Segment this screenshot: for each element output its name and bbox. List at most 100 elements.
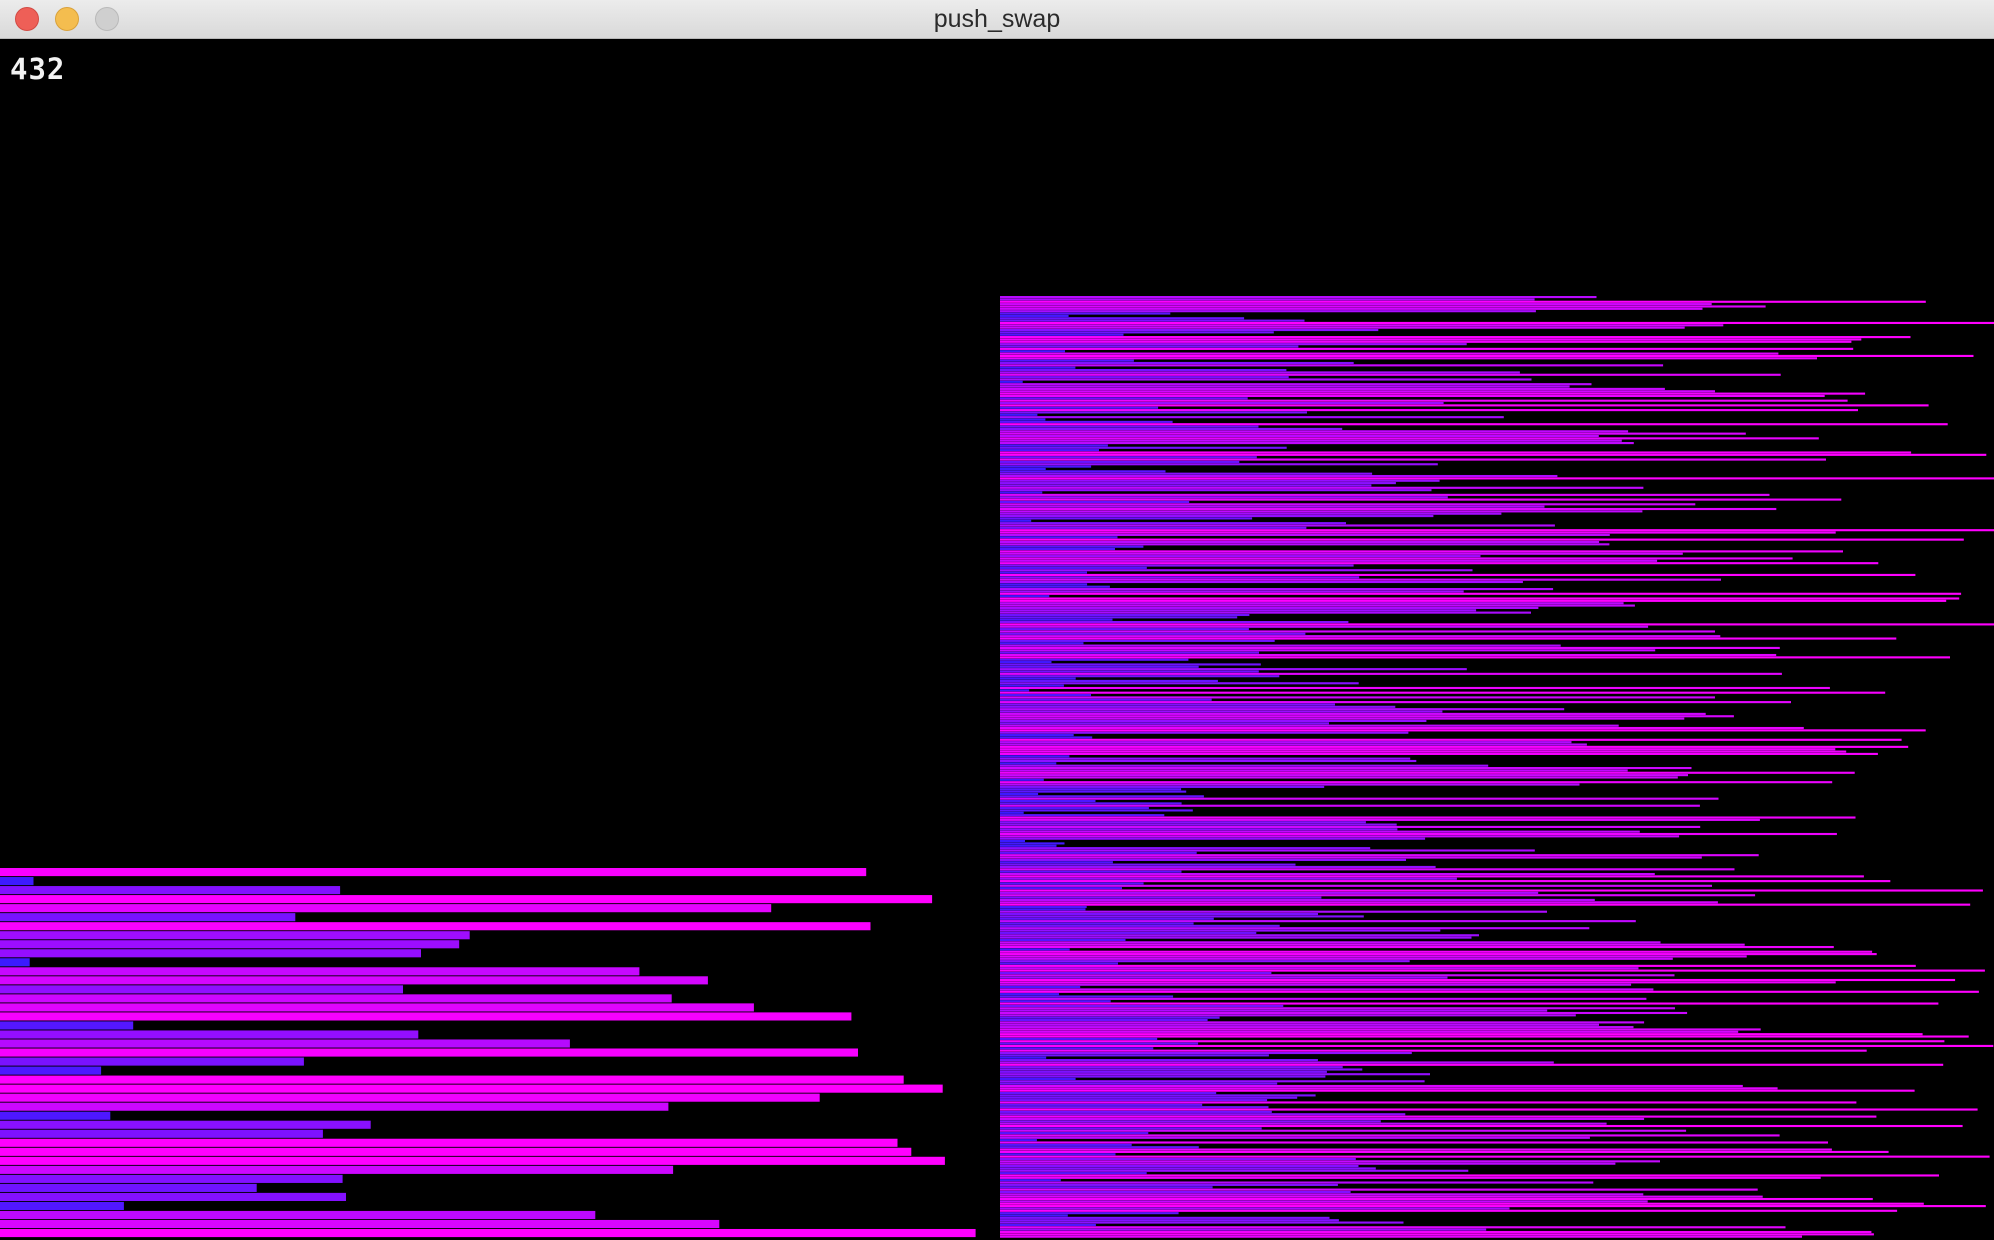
stack-bar	[1000, 616, 1238, 619]
stack-bar	[1000, 880, 1891, 883]
stack-bar	[0, 1021, 134, 1030]
stack-bar	[1000, 1108, 1978, 1111]
stack-bar	[1000, 378, 1532, 381]
stack-bar	[1000, 905, 1087, 909]
stack-bar	[1000, 835, 1680, 838]
stack-bar	[1000, 336, 1911, 339]
stack-bar	[1000, 1167, 1376, 1170]
window-titlebar: push_swap	[0, 0, 1994, 39]
stack-bar	[0, 922, 871, 931]
stack-bar	[1000, 599, 1947, 602]
stack-bar	[1000, 618, 1113, 621]
stack-bar	[1000, 924, 1280, 927]
stack-bar	[1000, 394, 1825, 398]
stack-bar	[1000, 957, 1673, 960]
stack-bar	[1000, 807, 1149, 810]
stack-bar	[1000, 387, 1665, 390]
stack-bar	[1000, 771, 1855, 774]
stack-bar	[1000, 364, 1664, 367]
stack-bar	[1000, 872, 1655, 876]
stack-bar	[1000, 703, 1335, 706]
stack-bar	[1000, 863, 1296, 866]
stack-bar	[1000, 915, 1364, 918]
stack-bar	[1000, 931, 1257, 934]
stack-bar	[1000, 434, 1599, 438]
stack-bar	[1000, 656, 1950, 659]
stack-bar	[0, 1048, 858, 1057]
stack-bar	[1000, 745, 1909, 748]
stack-bar	[1000, 997, 1647, 1000]
stack-bar	[1000, 960, 1410, 963]
stack-bar	[1000, 354, 1974, 357]
stack-bar	[0, 985, 403, 994]
stack-bar	[1000, 597, 1960, 600]
stack-bar	[1000, 1202, 1924, 1205]
stack-bar	[1000, 1099, 1268, 1102]
stack-bar	[1000, 653, 1777, 657]
stack-bar	[1000, 418, 1046, 421]
stack-bar	[1000, 1219, 1339, 1222]
stack-bar	[1000, 1216, 1330, 1219]
stack-bar	[1000, 465, 1092, 468]
stack-bar	[1000, 1047, 1154, 1050]
stack-bar	[0, 994, 672, 1003]
stack-bar	[0, 1174, 343, 1183]
operation-counter: 432	[10, 52, 66, 86]
stack-bar	[1000, 825, 1701, 828]
stack-bar	[1000, 1132, 1149, 1135]
stack-bar	[1000, 828, 1398, 831]
stack-bar	[1000, 1077, 1076, 1080]
stack-bar	[0, 895, 933, 904]
stack-bar	[1000, 345, 1299, 348]
stack-bar	[1000, 986, 1081, 989]
stack-bar	[1000, 1120, 1381, 1123]
stack-bar	[1000, 300, 1926, 303]
stack-bar	[1000, 552, 1683, 555]
stack-bar	[1000, 759, 1417, 763]
stack-bar	[1000, 701, 1791, 704]
stack-bar	[1000, 767, 1692, 770]
stack-bar	[1000, 894, 1756, 897]
stack-bar	[1000, 668, 1467, 671]
stack-bar	[1000, 477, 1994, 480]
stack-bar	[1000, 338, 1862, 341]
stack-bar	[1000, 811, 1024, 814]
stack-bar	[1000, 917, 1214, 920]
stack-bar	[1000, 922, 1194, 925]
stack-bar	[1000, 738, 1902, 741]
stack-bar	[0, 958, 30, 967]
stack-bar	[1000, 517, 1253, 520]
stack-bar	[1000, 875, 1864, 878]
stack-bar	[1000, 303, 1712, 306]
stack-bar	[1000, 585, 1110, 588]
stack-bar	[1000, 310, 1536, 313]
stack-bar	[1000, 670, 1259, 673]
stack-bar	[1000, 686, 1830, 690]
stack-bar	[1000, 1150, 1889, 1153]
stack-bar	[1000, 1233, 1874, 1236]
stack-bar	[1000, 623, 1994, 626]
stack-bar	[1000, 460, 1240, 463]
stack-bar	[1000, 1148, 1832, 1151]
stack-bar	[1000, 331, 1274, 334]
stack-bar	[0, 1201, 124, 1211]
stack-bar	[1000, 1000, 1111, 1003]
stack-bar	[1000, 969, 1985, 972]
stack-bar	[1000, 635, 1721, 638]
stack-bar	[1000, 1190, 1351, 1194]
stack-bar	[1000, 1040, 1945, 1043]
stack-bar	[1000, 1207, 1510, 1210]
stack-bar	[1000, 1174, 1939, 1177]
stack-bar	[1000, 371, 1520, 374]
stack-bar	[1000, 559, 1658, 562]
stack-bar	[1000, 731, 1409, 734]
stack-bar	[1000, 724, 1619, 727]
stack-bar	[1000, 1056, 1047, 1059]
stack-bar	[1000, 847, 1371, 850]
stack-bar	[1000, 1075, 1326, 1078]
stack-bar	[1000, 493, 1770, 496]
stack-bar	[0, 1120, 371, 1129]
stack-bar	[1000, 1193, 1644, 1196]
stack-bar	[1000, 376, 1289, 379]
stack-bar	[1000, 1023, 1599, 1026]
